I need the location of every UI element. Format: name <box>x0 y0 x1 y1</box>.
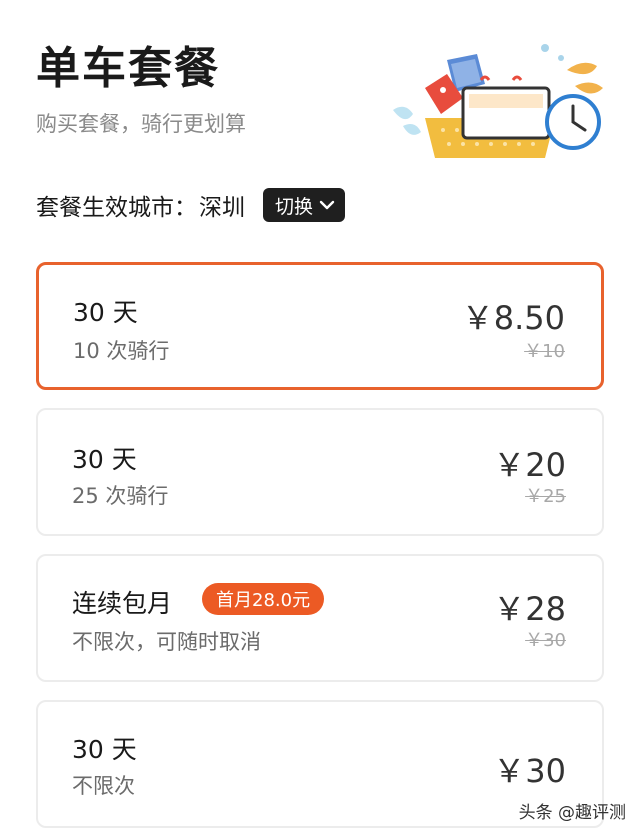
plan-price: ￥20 <box>493 446 566 484</box>
plan-duration: 30 天 <box>72 445 137 474</box>
city-label: 套餐生效城市： <box>36 195 197 221</box>
plan-card[interactable]: 30 天 10 次骑行 ￥8.50 ￥10 <box>36 262 604 390</box>
plan-rides: 25 次骑行 <box>72 484 169 508</box>
switch-label: 切换 <box>275 195 314 218</box>
plan-rides: 不限次 <box>72 774 135 798</box>
plan-original-price: ￥30 <box>525 630 566 651</box>
package-illustration <box>385 40 615 165</box>
plan-card[interactable]: 连续包月 首月28.0元 不限次，可随时取消 ￥28 ￥30 <box>36 554 604 682</box>
watermark: 头条 @趣评测 <box>518 803 626 823</box>
plan-price: ￥30 <box>493 752 566 790</box>
plan-original-price: ￥25 <box>525 486 566 507</box>
plan-duration: 30 天 <box>73 298 138 327</box>
plan-rides: 10 次骑行 <box>73 339 170 363</box>
plan-duration: 连续包月 <box>72 589 173 618</box>
city-name: 深圳 <box>199 195 245 221</box>
plan-price: ￥8.50 <box>461 299 565 337</box>
plan-duration: 30 天 <box>72 735 137 764</box>
switch-city-button[interactable]: 切换 <box>263 188 346 222</box>
page-subtitle: 购买套餐，骑行更划算 <box>36 112 246 136</box>
first-month-badge: 首月28.0元 <box>202 583 325 615</box>
page-title: 单车套餐 <box>36 43 220 94</box>
city-row: 套餐生效城市： 深圳 切换 <box>36 188 346 222</box>
chevron-down-icon <box>319 200 335 210</box>
plan-rides: 不限次，可随时取消 <box>72 630 261 654</box>
plan-price: ￥28 <box>493 590 566 628</box>
plan-card[interactable]: 30 天 25 次骑行 ￥20 ￥25 <box>36 408 604 536</box>
plan-original-price: ￥10 <box>524 341 565 362</box>
